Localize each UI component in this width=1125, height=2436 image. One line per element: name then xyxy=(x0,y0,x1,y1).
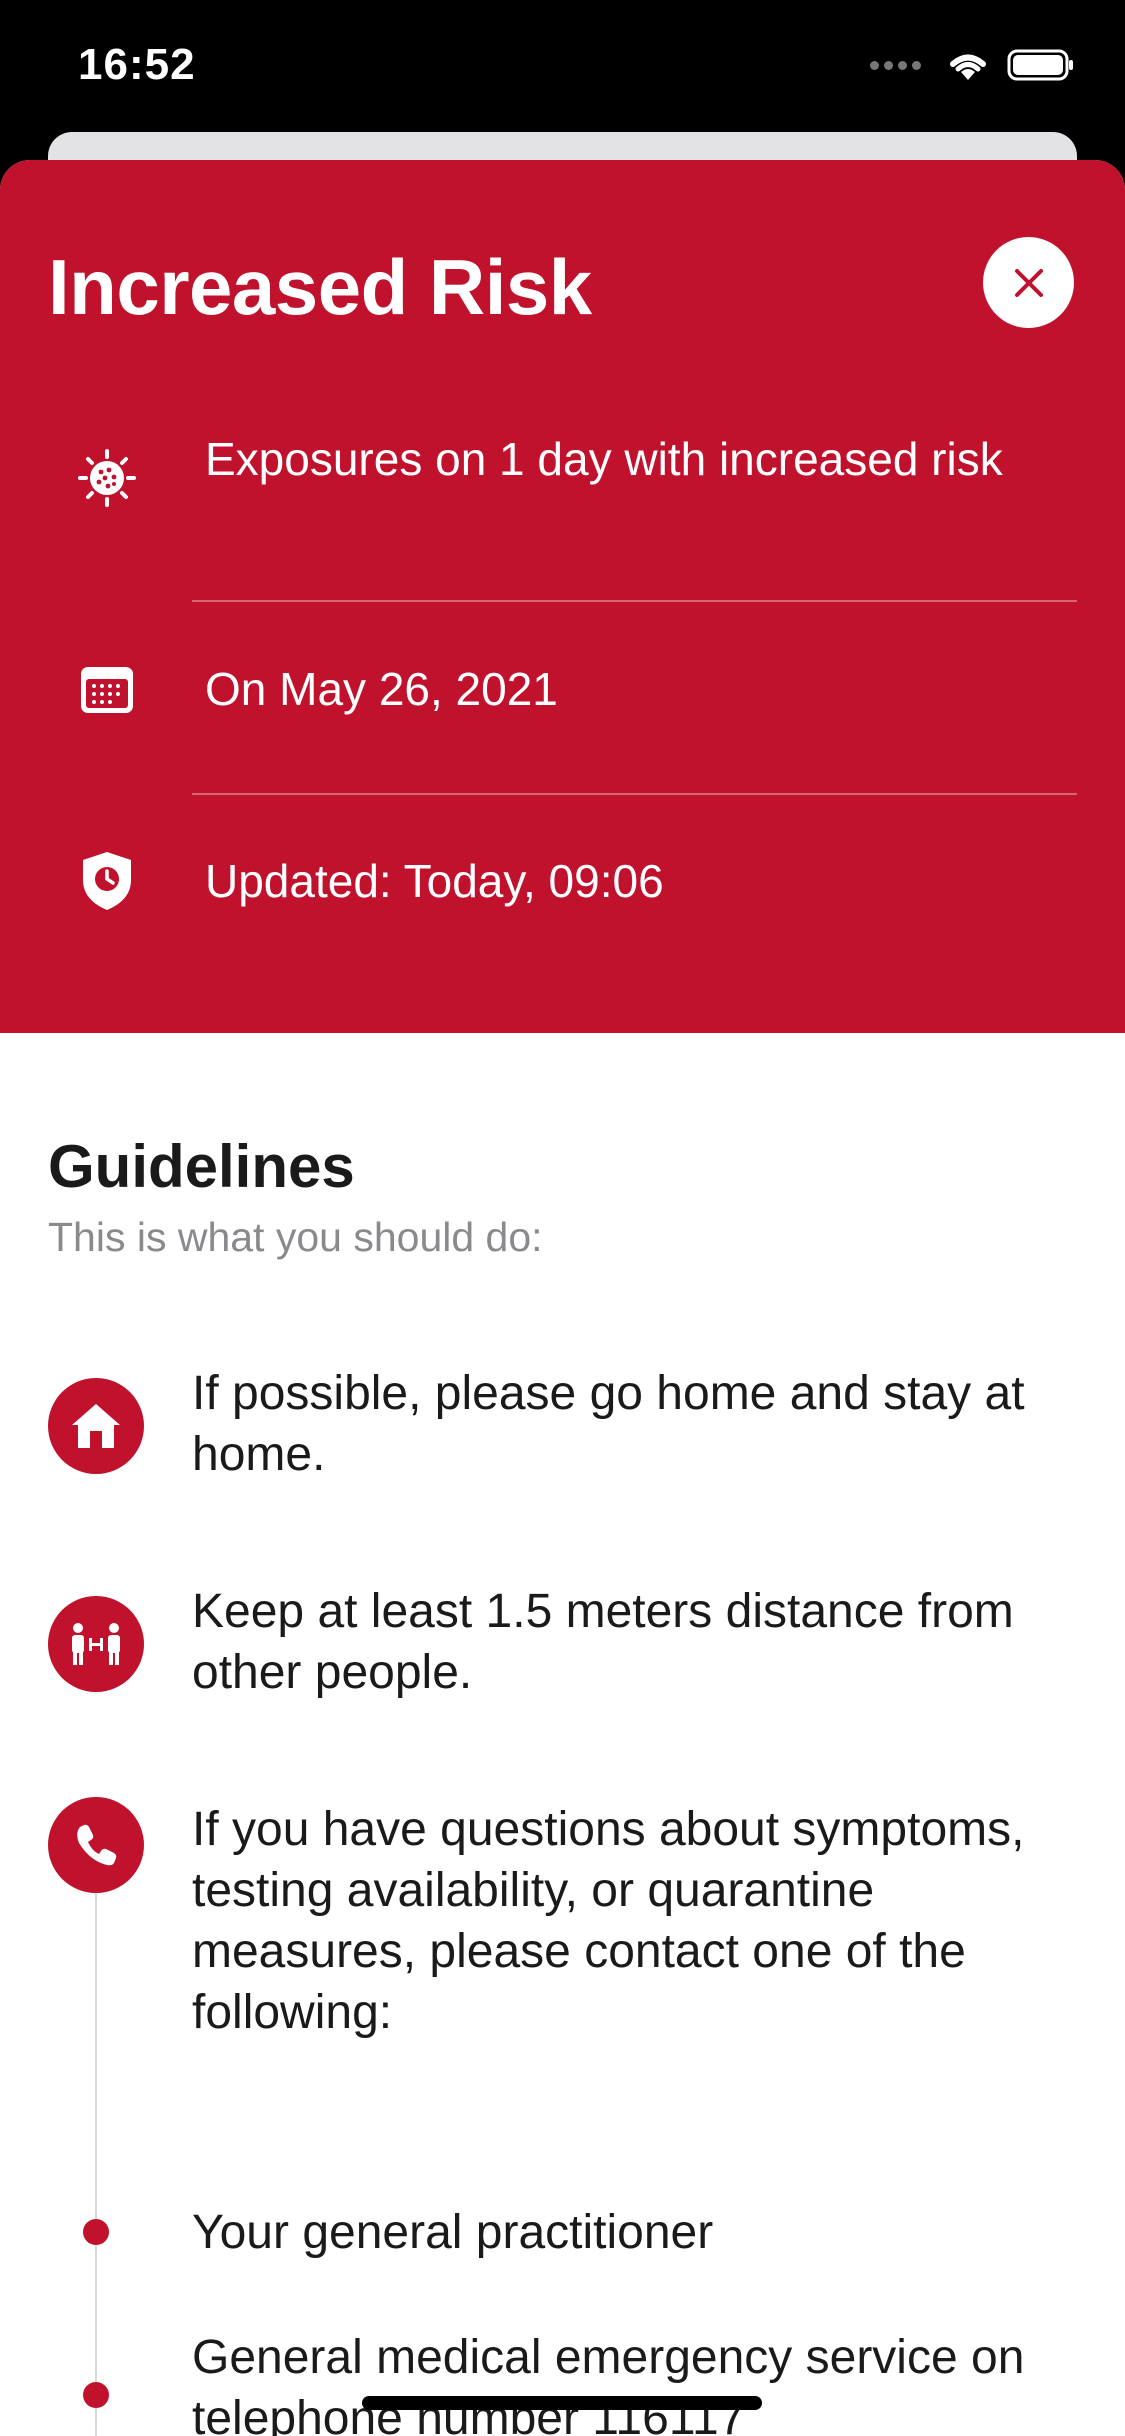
guidelines-subtitle: This is what you should do: xyxy=(48,1214,543,1260)
guideline-text: If possible, please go home and stay at … xyxy=(192,1367,1025,1481)
status-bar: 16:52 xyxy=(0,0,1125,140)
calendar-icon xyxy=(74,656,140,722)
contact-text: Your general practitioner xyxy=(192,2206,714,2259)
contact-text: General medical emergency service on tel… xyxy=(192,2331,1025,2436)
distance-icon xyxy=(48,1596,144,1692)
updated-text: Updated: Today, 09:06 xyxy=(205,855,664,907)
risk-header: Increased Risk Exposures on 1 day with i… xyxy=(0,160,1125,1033)
divider xyxy=(192,600,1077,602)
divider xyxy=(192,793,1077,795)
date-text: On May 26, 2021 xyxy=(205,663,558,715)
battery-icon xyxy=(1007,49,1073,81)
shield-clock-icon xyxy=(74,848,140,914)
contact-timeline xyxy=(95,1860,97,2436)
timeline-bullet xyxy=(83,2219,109,2245)
risk-detail-sheet: Increased Risk Exposures on 1 day with i… xyxy=(0,160,1125,2436)
guideline-text: Keep at least 1.5 meters distance from o… xyxy=(192,1585,1014,1699)
page-title: Increased Risk xyxy=(48,243,592,331)
guideline-text: If you have questions about symptoms, te… xyxy=(192,1803,1025,2039)
close-icon xyxy=(1014,268,1043,297)
timeline-bullet xyxy=(83,2382,109,2408)
virus-icon xyxy=(74,445,140,511)
home-icon xyxy=(48,1378,144,1474)
status-icons xyxy=(870,48,1075,82)
screen: 16:52 Increased Risk Exposures on 1 day … xyxy=(0,0,1125,2436)
cellular-signal-icon xyxy=(870,60,921,70)
guidelines-title: Guidelines xyxy=(48,1133,355,1200)
home-indicator[interactable] xyxy=(362,2396,762,2410)
wifi-icon xyxy=(950,54,986,80)
exposure-text: Exposures on 1 day with increased risk xyxy=(205,433,1003,485)
status-time: 16:52 xyxy=(78,40,196,89)
phone-icon[interactable] xyxy=(48,1797,144,1893)
close-button[interactable] xyxy=(983,237,1074,328)
